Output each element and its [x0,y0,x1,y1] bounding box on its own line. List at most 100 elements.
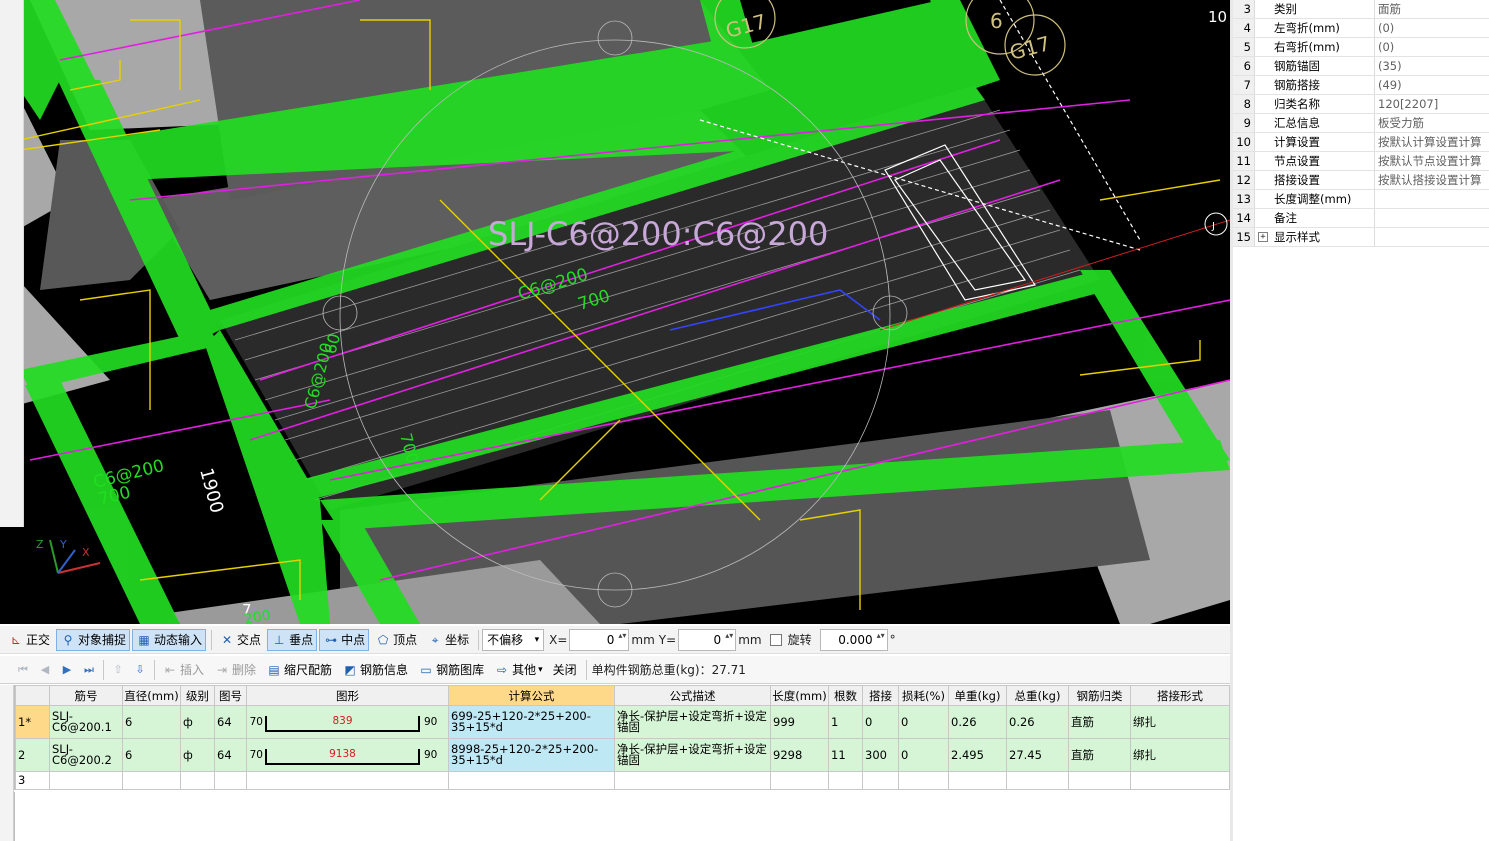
loss-cell[interactable]: 0 [898,738,949,772]
shape-cell[interactable] [246,771,449,790]
dynamic-input-button[interactable]: ▦ 动态输入 [132,628,207,651]
prev-record-icon[interactable]: ◀ [34,659,56,681]
column-header[interactable]: 搭接形式 [1130,685,1230,706]
property-row[interactable]: 9 汇总信息 板受力筋 [1233,114,1489,133]
grade-cell[interactable]: ф [180,705,215,739]
expand-icon[interactable]: + [1258,232,1268,242]
delete-button[interactable]: ⇥ 删除 [210,659,260,681]
property-value[interactable]: 按默认节点设置计算 [1375,152,1489,170]
offset-mode-select[interactable]: 不偏移 ▾ [482,628,545,651]
property-row[interactable]: 10 计算设置 按默认计算设置计算 [1233,133,1489,152]
description-cell[interactable]: 净长-保护层+设定弯折+设定锚固 [614,705,771,739]
property-row[interactable]: 12 搭接设置 按默认搭接设置计算 [1233,171,1489,190]
row-number-cell[interactable]: 1* [15,705,50,739]
property-value[interactable] [1375,209,1489,227]
insert-button[interactable]: ⇤ 插入 [158,659,208,681]
grade-cell[interactable]: ф [180,738,215,772]
length-cell[interactable]: 9298 [770,738,829,772]
lap-cell[interactable]: 0 [862,705,899,739]
category-cell[interactable]: 直筋 [1068,705,1131,739]
column-header[interactable]: 总重(kg) [1006,685,1069,706]
close-button[interactable]: 关闭 [549,659,581,681]
move-down-icon[interactable]: ⇩ [129,659,151,681]
property-value[interactable]: (35) [1375,57,1489,75]
lap-cell[interactable]: 300 [862,738,899,772]
move-up-icon[interactable]: ⇧ [107,659,129,681]
x-offset-input[interactable]: 0 [569,628,630,651]
figure-no-cell[interactable]: 64 [214,705,247,739]
property-value[interactable]: (49) [1375,76,1489,94]
row-number-cell[interactable]: 3 [15,771,50,790]
total-weight-cell[interactable]: 0.26 [1006,705,1069,739]
column-header[interactable]: 搭接 [862,685,899,706]
intersection-snap-button[interactable]: ✕ 交点 [215,629,265,651]
column-header[interactable]: 单重(kg) [948,685,1007,706]
unit-weight-cell[interactable]: 2.495 [948,738,1007,772]
loss-cell[interactable] [898,771,949,790]
perpendicular-snap-button[interactable]: ⊥ 垂点 [267,628,318,651]
lap-type-cell[interactable]: 绑扎 [1130,705,1230,739]
property-row[interactable]: 5 右弯折(mm) (0) [1233,38,1489,57]
property-row[interactable]: 11 节点设置 按默认节点设置计算 [1233,152,1489,171]
lap-cell[interactable] [862,771,899,790]
loss-cell[interactable]: 0 [898,705,949,739]
property-row[interactable]: 3 类别 面筋 [1233,0,1489,19]
property-value[interactable] [1375,228,1489,246]
scale-rebar-button[interactable]: ▤ 缩尺配筋 [262,659,336,681]
table-row[interactable]: 2 SLJ-C6@200.2 6 ф 64 70 9138 90 8998-25+120-2*2… [15,738,1230,772]
property-row[interactable]: 7 钢筋搭接 (49) [1233,76,1489,95]
rebar-info-button[interactable]: ◩ 钢筋信息 [338,659,412,681]
last-record-icon[interactable]: ⏭ [78,659,100,681]
first-record-icon[interactable]: ⏮ [12,659,34,681]
count-cell[interactable] [828,771,863,790]
property-row[interactable]: 8 归类名称 120[2207] [1233,95,1489,114]
property-value[interactable]: 按默认计算设置计算 [1375,133,1489,151]
bar-no-cell[interactable]: SLJ-C6@200.2 [49,738,123,772]
formula-cell[interactable] [448,771,615,790]
column-header[interactable]: 钢筋归类 [1068,685,1131,706]
count-cell[interactable]: 1 [828,705,863,739]
property-value[interactable]: 板受力筋 [1375,114,1489,132]
description-cell[interactable] [614,771,771,790]
other-menu-button[interactable]: ⇨ 其他 ▾ [490,659,547,681]
rotate-angle-input[interactable]: 0.000 [819,628,888,651]
formula-cell[interactable]: 8998-25+120-2*25+200-35+15*d [448,738,615,772]
lap-type-cell[interactable] [1130,771,1230,790]
column-header[interactable]: 计算公式 [448,685,615,706]
lap-type-cell[interactable]: 绑扎 [1130,738,1230,772]
category-cell[interactable] [1068,771,1131,790]
ortho-button[interactable]: ⊾ 正交 [4,629,54,651]
property-value[interactable]: (0) [1375,38,1489,56]
column-header[interactable]: 长度(mm) [770,685,829,706]
rebar-library-button[interactable]: ▭ 钢筋图库 [414,659,488,681]
column-header[interactable]: 筋号 [49,685,123,706]
unit-weight-cell[interactable]: 0.26 [948,705,1007,739]
midpoint-snap-button[interactable]: ⊶ 中点 [319,628,370,651]
property-value[interactable]: 面筋 [1375,0,1489,18]
category-cell[interactable]: 直筋 [1068,738,1131,772]
property-row[interactable]: 13 长度调整(mm) [1233,190,1489,209]
count-cell[interactable]: 11 [828,738,863,772]
bar-no-cell[interactable]: SLJ-C6@200.1 [49,705,123,739]
column-header[interactable]: 公式描述 [614,685,771,706]
cad-3d-viewport[interactable]: SLJ-C6@200:C6@200 C6@200 700 C6@200 700 … [0,0,1230,624]
column-header[interactable]: 直径(mm) [122,685,181,706]
shape-cell[interactable]: 70 9138 90 [246,738,449,772]
property-row[interactable]: 15 + 显示样式 [1233,228,1489,247]
column-header[interactable]: 图号 [214,685,247,706]
bar-no-cell[interactable] [49,771,123,790]
coordinate-snap-button[interactable]: ⌖ 坐标 [423,629,473,651]
diameter-cell[interactable]: 6 [122,705,181,739]
unit-weight-cell[interactable] [948,771,1007,790]
shape-cell[interactable]: 70 839 90 [246,705,449,739]
column-header[interactable]: 根数 [828,685,863,706]
total-weight-cell[interactable]: 27.45 [1006,738,1069,772]
grade-cell[interactable] [180,771,215,790]
property-value[interactable]: 按默认搭接设置计算 [1375,171,1489,189]
property-row[interactable]: 4 左弯折(mm) (0) [1233,19,1489,38]
property-row[interactable]: 6 钢筋锚固 (35) [1233,57,1489,76]
figure-no-cell[interactable] [214,771,247,790]
table-row[interactable]: 3 [15,771,1230,790]
table-row[interactable]: 1* SLJ-C6@200.1 6 ф 64 70 839 90 699-25+120-2*25… [15,705,1230,739]
property-row[interactable]: 14 备注 [1233,209,1489,228]
